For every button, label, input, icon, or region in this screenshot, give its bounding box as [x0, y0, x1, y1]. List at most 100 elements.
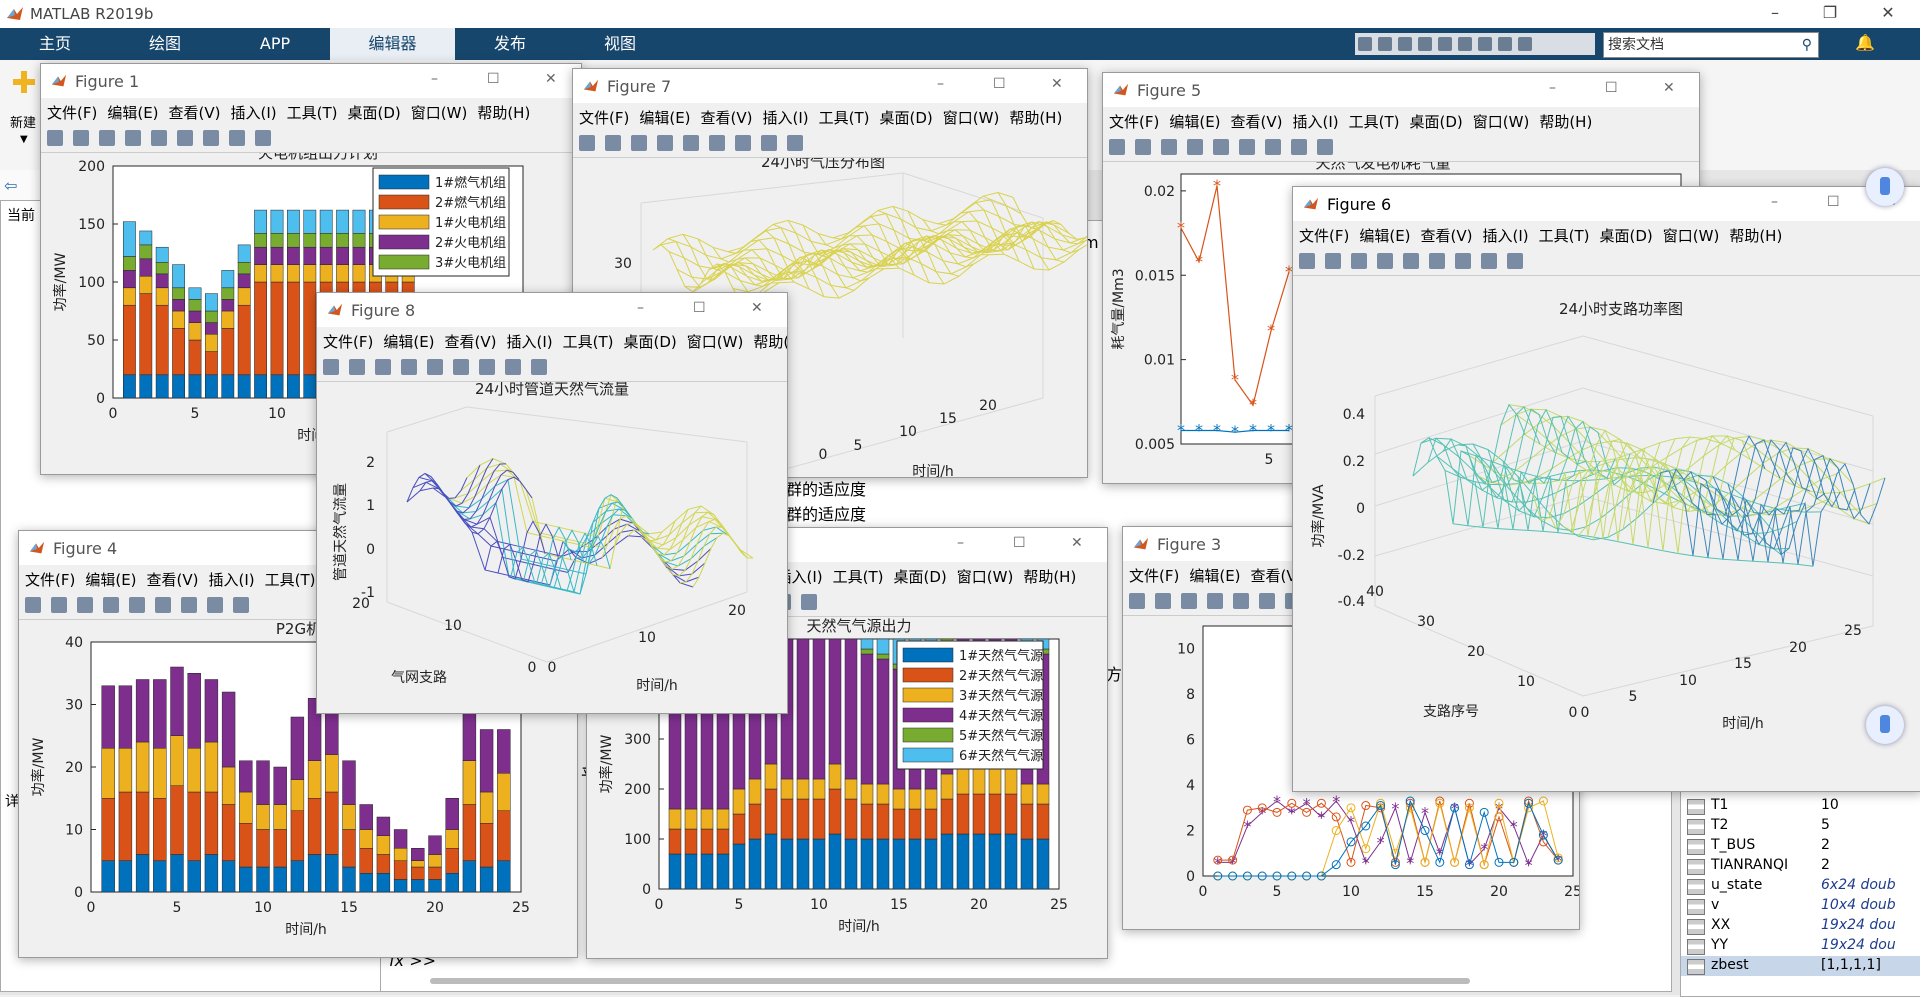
paste-icon[interactable]: [1418, 37, 1432, 51]
colorbar-icon[interactable]: [453, 359, 469, 375]
colorbar-icon[interactable]: [1239, 139, 1255, 155]
figure-menu-item[interactable]: 文件(F): [1109, 111, 1159, 132]
more-icon[interactable]: [1518, 37, 1532, 51]
figure-menu-item[interactable]: 桌面(D): [624, 331, 677, 352]
print-icon[interactable]: [1207, 593, 1223, 609]
figure-menu-item[interactable]: 插入(I): [507, 331, 553, 352]
figure-title-bar[interactable]: Figure 7 – ☐ ✕: [573, 69, 1087, 103]
help-icon[interactable]: [1498, 37, 1512, 51]
figure-menu-item[interactable]: 窗口(W): [943, 107, 1000, 128]
figure-menu-item[interactable]: 帮助(H): [753, 331, 787, 352]
pointer-icon[interactable]: [505, 359, 521, 375]
notification-bell-icon[interactable]: 🔔: [1855, 33, 1875, 52]
new-figure-icon[interactable]: [25, 597, 41, 613]
open-file-icon[interactable]: [349, 359, 365, 375]
minimize-icon[interactable]: –: [1771, 194, 1778, 210]
copy-icon[interactable]: [1398, 37, 1412, 51]
figure-menu-item[interactable]: 编辑(E): [1359, 225, 1410, 246]
search-icon[interactable]: ⚲: [1802, 33, 1812, 57]
figure-title-bar[interactable]: Figure 8 – ☐ ✕: [317, 293, 787, 327]
figure-menu-item[interactable]: 插入(I): [209, 569, 255, 590]
workspace-variable-row[interactable]: v 10x4 doub: [1681, 896, 1920, 916]
floating-assistant-icon[interactable]: [1866, 168, 1904, 206]
save-icon[interactable]: [99, 130, 115, 146]
link-icon[interactable]: [683, 135, 699, 151]
figure-menu-item[interactable]: 编辑(E): [383, 331, 434, 352]
property-editor-icon[interactable]: [531, 359, 547, 375]
switch-windows-icon[interactable]: [1478, 37, 1492, 51]
figure-menu-item[interactable]: 查看(V): [445, 331, 497, 352]
figure-menu-item[interactable]: 文件(F): [1299, 225, 1349, 246]
property-editor-icon[interactable]: [255, 130, 271, 146]
figure-menu-item[interactable]: 工具(T): [563, 331, 614, 352]
link-icon[interactable]: [427, 359, 443, 375]
figure-menu-item[interactable]: 窗口(W): [1663, 225, 1720, 246]
figure-menu-item[interactable]: 文件(F): [47, 102, 97, 123]
legend-icon[interactable]: [735, 135, 751, 151]
figure-menu-item[interactable]: 插入(I): [1293, 111, 1339, 132]
colorbar-icon[interactable]: [1259, 593, 1275, 609]
workspace-variable-row[interactable]: T_BUS 2: [1681, 836, 1920, 856]
new-figure-icon[interactable]: [1299, 253, 1315, 269]
figure-menu-item[interactable]: 查看(V): [147, 569, 199, 590]
colorbar-icon[interactable]: [177, 130, 193, 146]
figure-menu-item[interactable]: 工具(T): [287, 102, 338, 123]
close-icon[interactable]: ✕: [751, 300, 763, 316]
figure-menu-item[interactable]: 工具(T): [819, 107, 870, 128]
figure-menu-item[interactable]: 桌面(D): [880, 107, 933, 128]
open-file-icon[interactable]: [1325, 253, 1341, 269]
figure-menu-item[interactable]: 工具(T): [1539, 225, 1590, 246]
figure-menu-item[interactable]: 桌面(D): [1410, 111, 1463, 132]
figure-menu-item[interactable]: 编辑(E): [85, 569, 136, 590]
workspace-variable-row[interactable]: T1 10: [1681, 796, 1920, 816]
maximize-icon[interactable]: ☐: [1827, 194, 1840, 210]
legend-icon[interactable]: [479, 359, 495, 375]
figure-title-bar[interactable]: Figure 6–☐✕: [1293, 187, 1920, 221]
open-file-icon[interactable]: [1155, 593, 1171, 609]
workspace-variable-row[interactable]: u_state 6x24 doub: [1681, 876, 1920, 896]
legend-icon[interactable]: [181, 597, 197, 613]
pointer-icon[interactable]: [1291, 139, 1307, 155]
figure-menu-item[interactable]: 查看(V): [701, 107, 753, 128]
save-icon[interactable]: [1181, 593, 1197, 609]
figure-title-bar[interactable]: Figure 1 – ☐ ✕: [41, 64, 581, 98]
figure-menu-item[interactable]: 工具(T): [1349, 111, 1400, 132]
figure-menu-item[interactable]: 编辑(E): [1189, 565, 1240, 586]
new-figure-icon[interactable]: [47, 130, 63, 146]
figure-menu-item[interactable]: 编辑(E): [107, 102, 158, 123]
close-icon[interactable]: ✕: [1071, 535, 1083, 551]
colorbar-icon[interactable]: [155, 597, 171, 613]
new-plus-icon[interactable]: [12, 70, 36, 94]
figure-6-window[interactable]: Figure 6–☐✕文件(F)编辑(E)查看(V)插入(I)工具(T)桌面(D…: [1292, 186, 1920, 792]
pointer-icon[interactable]: [207, 597, 223, 613]
tab-home[interactable]: 主页: [0, 28, 110, 60]
figure-menu-item[interactable]: 工具(T): [833, 566, 884, 587]
property-editor-icon[interactable]: [787, 135, 803, 151]
print-icon[interactable]: [1377, 253, 1393, 269]
tab-publish[interactable]: 发布: [455, 28, 565, 60]
figure-menu-item[interactable]: 文件(F): [579, 107, 629, 128]
link-icon[interactable]: [151, 130, 167, 146]
figure-menu-item[interactable]: 文件(F): [25, 569, 75, 590]
figure-title-bar[interactable]: Figure 5 – ☐ ✕: [1103, 73, 1699, 107]
figure-menu-item[interactable]: 桌面(D): [348, 102, 401, 123]
workspace-variable-row[interactable]: T2 5: [1681, 816, 1920, 836]
minimize-icon[interactable]: –: [637, 300, 644, 316]
tab-apps[interactable]: APP: [220, 28, 330, 60]
figure-menu-item[interactable]: 帮助(H): [1009, 107, 1062, 128]
close-icon[interactable]: ✕: [545, 71, 557, 87]
figure-menu-item[interactable]: 插入(I): [763, 107, 809, 128]
colorbar-icon[interactable]: [709, 135, 725, 151]
floating-assistant-icon[interactable]: [1866, 706, 1904, 744]
maximize-icon[interactable]: ☐: [487, 71, 500, 87]
maximize-icon[interactable]: ☐: [1013, 535, 1026, 551]
new-figure-icon[interactable]: [1129, 593, 1145, 609]
save-icon[interactable]: [77, 597, 93, 613]
property-editor-icon[interactable]: [233, 597, 249, 613]
link-icon[interactable]: [1403, 253, 1419, 269]
new-figure-icon[interactable]: [323, 359, 339, 375]
print-icon[interactable]: [1187, 139, 1203, 155]
link-icon[interactable]: [129, 597, 145, 613]
workspace-variable-row[interactable]: XX 19x24 dou: [1681, 916, 1920, 936]
legend-icon[interactable]: [1455, 253, 1471, 269]
